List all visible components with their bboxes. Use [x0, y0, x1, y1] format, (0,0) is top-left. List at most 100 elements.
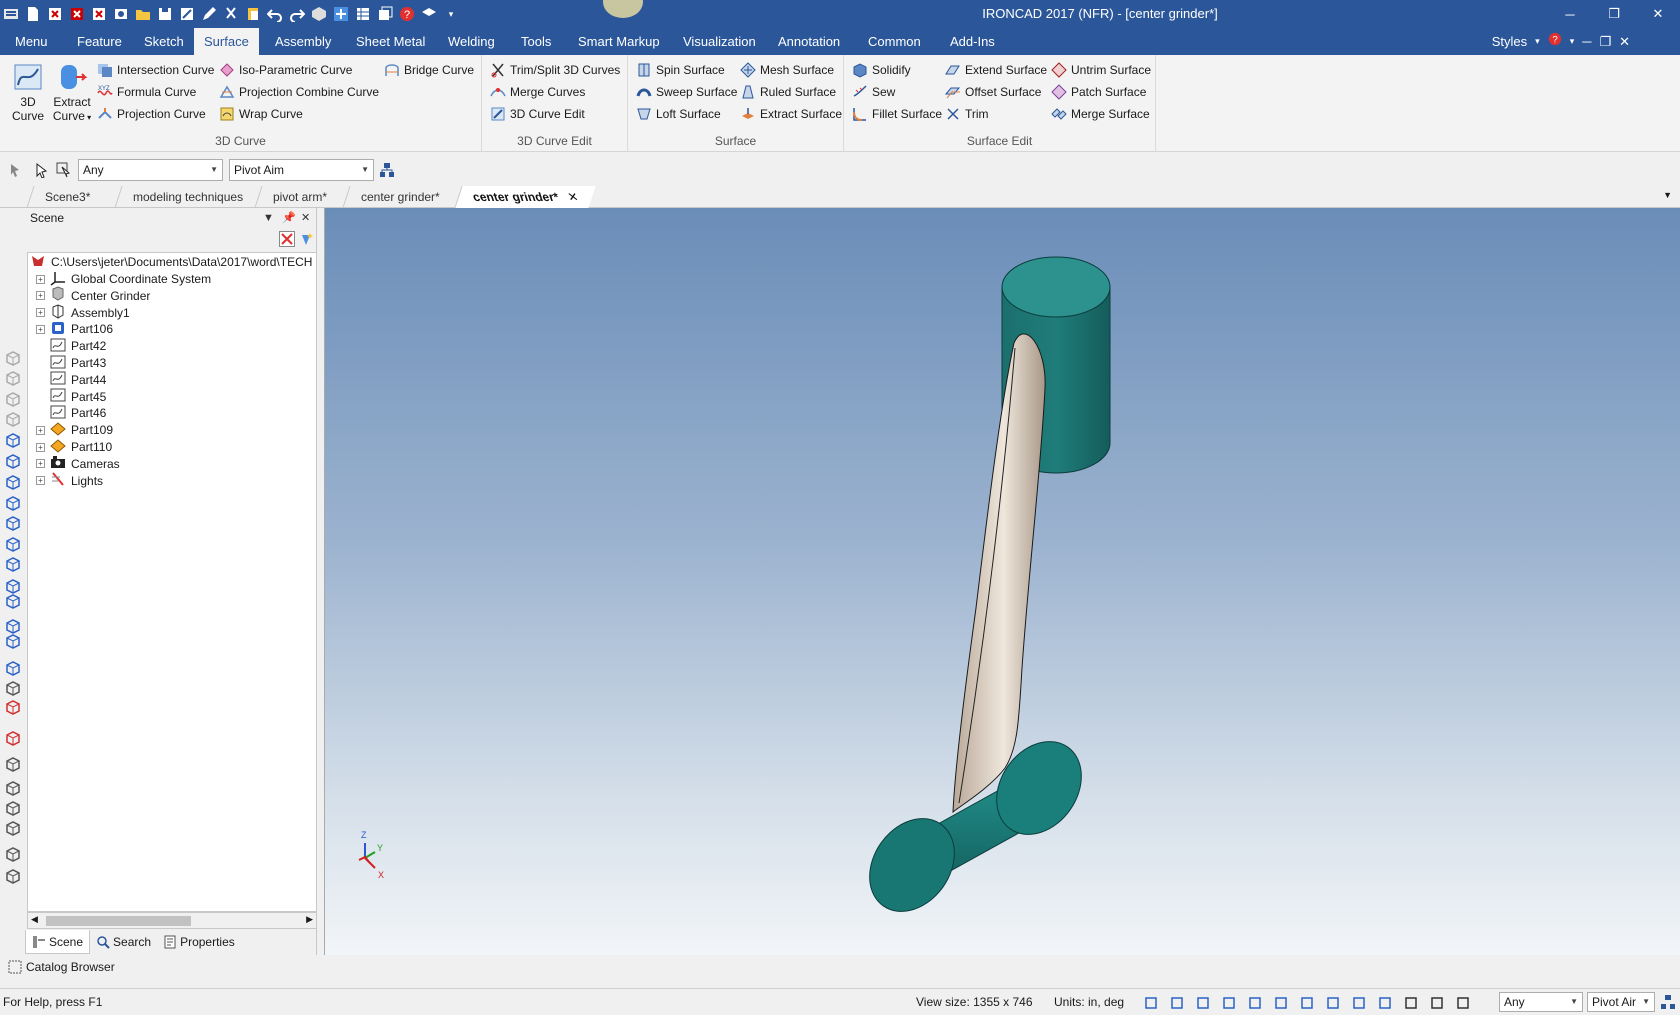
- styles-dropdown[interactable]: Styles: [1492, 28, 1527, 55]
- wireframe-icon[interactable]: [5, 578, 21, 594]
- swept-arm-surface[interactable]: [952, 333, 1046, 814]
- tabs-overflow-chevron-icon[interactable]: ▼: [1663, 190, 1672, 200]
- expand-icon[interactable]: +: [36, 274, 45, 284]
- select-pointer-icon[interactable]: [34, 162, 50, 178]
- panel-tab-scene[interactable]: Scene: [25, 930, 91, 954]
- view-right-icon[interactable]: [5, 846, 21, 862]
- tab-sketch[interactable]: Sketch: [134, 28, 194, 55]
- view-custom-icon[interactable]: [5, 536, 21, 552]
- ribbon-minimize-icon[interactable]: ─: [1582, 28, 1591, 55]
- rotate-icon[interactable]: [5, 680, 21, 696]
- tab-surface[interactable]: Surface: [194, 28, 259, 55]
- tree-item-lights[interactable]: + Lights: [36, 472, 103, 490]
- tree-item-part109[interactable]: + Part109: [36, 421, 113, 439]
- 3d-curve-edit-button[interactable]: 3D Curve Edit: [490, 104, 585, 124]
- light-icon[interactable]: [1274, 994, 1294, 1012]
- ruler-icon[interactable]: [5, 756, 21, 772]
- tab-menu[interactable]: Menu: [5, 28, 58, 55]
- view-trimetric-icon[interactable]: [5, 515, 21, 531]
- scrollbar-thumb[interactable]: [46, 916, 191, 926]
- view-cube-icon[interactable]: [1352, 994, 1372, 1012]
- close-icon[interactable]: ✕: [1636, 0, 1680, 28]
- sew-button[interactable]: Sew: [852, 82, 895, 102]
- tab-smart-markup[interactable]: Smart Markup: [568, 28, 670, 55]
- offset-surface-button[interactable]: Offset Surface: [945, 82, 1041, 102]
- doc-tab-modeling-techniques[interactable]: modeling techniques: [114, 186, 261, 208]
- tree-item-global-coordinate-system[interactable]: + Global Coordinate System: [36, 270, 211, 288]
- tab-assembly[interactable]: Assembly: [265, 28, 341, 55]
- pointer-icon[interactable]: [1430, 994, 1450, 1012]
- styles-chevron-icon[interactable]: ▾: [1535, 28, 1540, 55]
- projection-curve-button[interactable]: Projection Curve: [97, 104, 206, 124]
- render-mode-icon[interactable]: [1300, 994, 1320, 1012]
- view-right-icon[interactable]: [5, 411, 21, 427]
- sweep-surface-button[interactable]: Sweep Surface: [636, 82, 737, 102]
- doc-tab-center-grinder-active[interactable]: center grinder* ✕: [454, 186, 596, 208]
- scroll-left-icon[interactable]: ◀: [31, 914, 38, 925]
- visibility-icon[interactable]: [5, 633, 21, 649]
- patch-surface-button[interactable]: Patch Surface: [1051, 82, 1146, 102]
- standard-views-icon[interactable]: [1378, 994, 1398, 1012]
- expand-icon[interactable]: +: [36, 308, 45, 318]
- iso-parametric-curve-button[interactable]: Iso-Parametric Curve: [219, 60, 352, 80]
- trim-button[interactable]: Trim: [945, 104, 989, 124]
- tree-root-path[interactable]: C:\Users\jeter\Documents\Data\2017\word\…: [30, 253, 312, 271]
- doc-tab-center-grinder[interactable]: center grinder*: [342, 186, 458, 208]
- tree-item-center-grinder[interactable]: + Center Grinder: [36, 286, 150, 305]
- sketch-icon[interactable]: [5, 660, 21, 676]
- merge-surface-button[interactable]: Merge Surface: [1051, 104, 1150, 124]
- zoom-icon[interactable]: [1144, 994, 1164, 1012]
- extract-curve-button[interactable]: Extract Curve ▾: [50, 61, 94, 125]
- panel-tab-properties[interactable]: Properties: [157, 930, 241, 954]
- trim-split-3d-curves-button[interactable]: Trim/Split 3D Curves: [490, 60, 620, 80]
- minimize-icon[interactable]: ─: [1548, 0, 1592, 28]
- panel-tab-search[interactable]: Search: [90, 930, 157, 954]
- display-mode-icon[interactable]: [1222, 994, 1242, 1012]
- panel-dropdown-icon[interactable]: ▼: [263, 208, 274, 228]
- hierarchy-icon[interactable]: [379, 162, 395, 178]
- view-bottom-icon[interactable]: [5, 453, 21, 469]
- untrim-surface-button[interactable]: Untrim Surface: [1051, 60, 1151, 80]
- view-back-icon[interactable]: [5, 800, 21, 816]
- tab-welding[interactable]: Welding: [438, 28, 505, 55]
- merge-curves-button[interactable]: Merge Curves: [490, 82, 585, 102]
- view-left-icon[interactable]: [5, 820, 21, 836]
- tree-item-part46[interactable]: Part46: [36, 404, 106, 422]
- spin-surface-button[interactable]: Spin Surface: [636, 60, 725, 80]
- help-icon[interactable]: ?: [1548, 28, 1562, 55]
- tab-visualization[interactable]: Visualization: [673, 28, 766, 55]
- measure-icon[interactable]: [5, 593, 21, 609]
- view-dimetric-icon[interactable]: [5, 495, 21, 511]
- tree-item-part45[interactable]: Part45: [36, 388, 106, 406]
- ribbon-close-icon[interactable]: ✕: [1619, 28, 1630, 55]
- tree-item-cameras[interactable]: + Cameras: [36, 455, 120, 473]
- pivot-mode-select[interactable]: Pivot Aim ▼: [229, 159, 374, 181]
- filter-settings-icon[interactable]: [298, 231, 314, 247]
- expand-icon[interactable]: +: [36, 459, 45, 469]
- expand-icon[interactable]: +: [36, 442, 45, 452]
- 3d-viewport[interactable]: Z Y X: [324, 208, 1680, 955]
- status-pivot-select[interactable]: Pivot Air ▼: [1587, 992, 1655, 1012]
- select-filter-icon[interactable]: [56, 162, 72, 178]
- catalog-browser-bar[interactable]: Catalog Browser: [0, 955, 1680, 979]
- expand-icon[interactable]: +: [36, 476, 45, 486]
- view-top-icon[interactable]: [5, 868, 21, 884]
- loft-surface-button[interactable]: Loft Surface: [636, 104, 721, 124]
- pin-icon[interactable]: 📌: [282, 208, 296, 228]
- 3d-curve-button[interactable]: 3D Curve: [6, 61, 50, 123]
- select-mode-icon[interactable]: [1404, 994, 1424, 1012]
- expand-icon[interactable]: +: [36, 291, 45, 301]
- expand-icon[interactable]: +: [36, 425, 45, 435]
- solidify-button[interactable]: Solidify: [852, 60, 911, 80]
- shade-icon[interactable]: [5, 556, 21, 572]
- intersection-curve-button[interactable]: Intersection Curve: [97, 60, 214, 80]
- tree-item-part110[interactable]: + Part110: [36, 438, 112, 456]
- tab-annotation[interactable]: Annotation: [768, 28, 850, 55]
- tree-horizontal-scrollbar[interactable]: ◀ ▶: [27, 912, 317, 929]
- expand-icon[interactable]: +: [36, 324, 45, 334]
- view-front-icon[interactable]: [5, 780, 21, 796]
- view-front-icon[interactable]: [5, 350, 21, 366]
- reset-icon[interactable]: [5, 699, 21, 715]
- tree-item-part106[interactable]: + Part106: [36, 320, 113, 338]
- tab-common[interactable]: Common: [858, 28, 931, 55]
